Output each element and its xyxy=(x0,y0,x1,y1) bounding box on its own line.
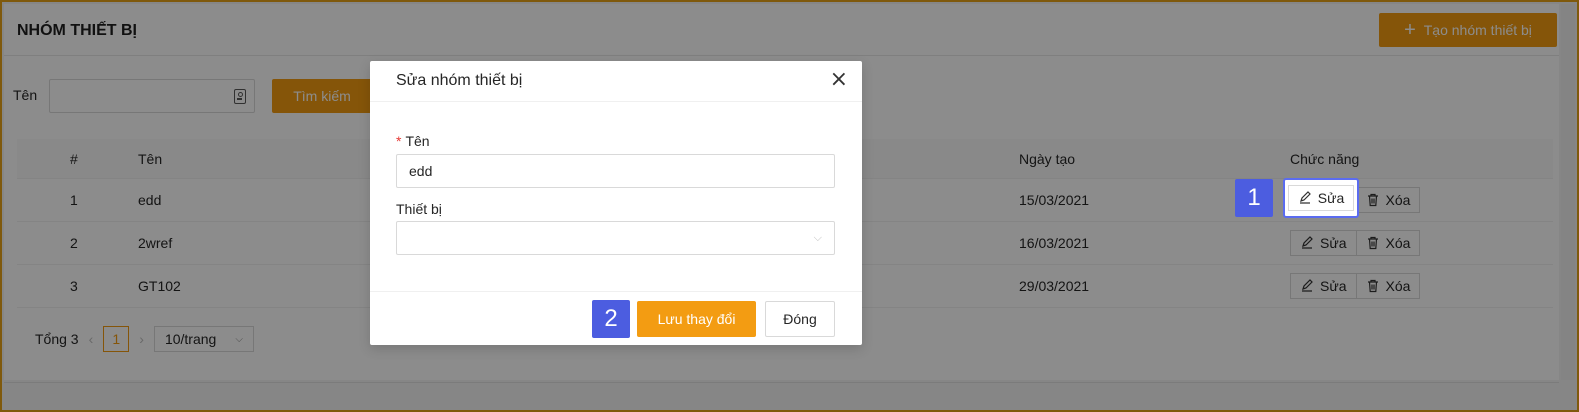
step-badge-1: 1 xyxy=(1235,179,1273,217)
chevron-down-icon: ⌵ xyxy=(813,232,822,244)
modal-header: Sửa nhóm thiết bị × xyxy=(370,61,862,102)
modal-title: Sửa nhóm thiết bị xyxy=(396,72,523,89)
edit-label: Sửa xyxy=(1317,190,1345,206)
highlighted-edit-button[interactable]: Sửa xyxy=(1283,178,1359,218)
device-field-label: Thiết bị xyxy=(396,201,442,217)
close-icon[interactable]: × xyxy=(830,69,848,91)
name-field-label-text: Tên xyxy=(405,133,430,149)
device-select[interactable]: ⌵ xyxy=(396,221,835,255)
edit-icon xyxy=(1299,191,1311,204)
required-mark: * xyxy=(396,133,402,149)
close-button[interactable]: Đóng xyxy=(765,301,835,337)
save-changes-button[interactable]: Lưu thay đổi xyxy=(637,301,756,337)
edit-button[interactable]: Sửa xyxy=(1287,185,1355,211)
step-badge-2: 2 xyxy=(592,300,630,338)
name-field[interactable]: edd xyxy=(396,154,835,188)
name-field-label: * Tên xyxy=(396,133,430,149)
